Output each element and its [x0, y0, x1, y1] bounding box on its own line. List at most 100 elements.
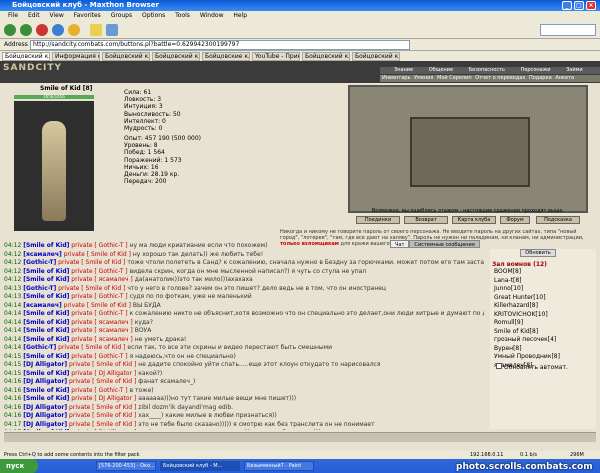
chat-private[interactable]: private [ Gothic-T ]	[71, 242, 127, 249]
tab-6[interactable]: YouTube - Прикол...	[252, 52, 300, 61]
character-avatar[interactable]	[14, 101, 94, 231]
nav-inventory[interactable]: Инвентарь	[382, 75, 410, 81]
chat-private[interactable]: private [ Gothic-T ]	[71, 387, 127, 394]
stop-icon[interactable]	[36, 24, 48, 36]
hint-button[interactable]: Подсказка	[536, 216, 580, 224]
duels-button[interactable]: Поединки	[356, 216, 400, 224]
chat-nick[interactable]: [ясамалеч]	[23, 302, 61, 309]
task-2[interactable]: Бойцовский клуб - M...	[160, 461, 240, 471]
refresh-icon[interactable]	[52, 24, 64, 36]
chat-nick[interactable]: [Smile of Kid]	[23, 395, 69, 402]
online-user[interactable]: Умный Проводник[8]	[494, 353, 596, 362]
chat-nick[interactable]: [Smile of Kid]	[23, 370, 69, 377]
menu-help[interactable]: Help	[233, 12, 247, 19]
menu-window[interactable]: Window	[200, 12, 224, 19]
chat-private[interactable]: private [ Gothic-T ]	[71, 310, 127, 317]
chat-nick[interactable]: [Smile of Kid]	[23, 429, 69, 430]
chat-private[interactable]: private [ Gothic-T ]	[71, 268, 127, 275]
chat-private[interactable]: private [ Smile of Kid ]	[58, 344, 125, 351]
chat-nick[interactable]: [Gothic-T]	[23, 259, 56, 266]
menu-file[interactable]: File	[8, 12, 18, 19]
online-user[interactable]: Junno[10]	[494, 285, 596, 294]
chat-nick[interactable]: [Smile of Kid]	[23, 276, 69, 283]
chat-private[interactable]: private [ DJ Alligator ]	[71, 370, 136, 377]
online-user[interactable]: Romull[9]	[494, 319, 596, 328]
back-icon[interactable]	[4, 24, 16, 36]
task-1[interactable]: [576-200-453] - Око...	[96, 461, 156, 471]
nav-knowledge[interactable]: Знание	[394, 67, 413, 73]
chat-private[interactable]: private [ Smile of Kid ]	[64, 251, 131, 258]
tab-7[interactable]: Бойцовский клуб	[302, 52, 350, 61]
close-button[interactable]: ×	[586, 1, 596, 10]
chat-private[interactable]: private [ Smile of Kid ]	[69, 421, 136, 428]
chat-nick[interactable]: [Smile of Kid]	[23, 310, 69, 317]
nav-loan[interactable]: Займи	[566, 67, 583, 73]
tab-8[interactable]: Бойцовский клуб	[352, 52, 400, 61]
chat-nick[interactable]: [DJ Alligator]	[23, 412, 67, 419]
chat-nick[interactable]: [Smile of Kid]	[23, 327, 69, 334]
online-user[interactable]: KRITOVICHOK[10]	[494, 311, 596, 320]
chat-nick[interactable]: [DJ Alligator]	[23, 361, 67, 368]
online-user[interactable]: Lana-t[8]	[494, 277, 596, 286]
return-button[interactable]: Возврат	[404, 216, 448, 224]
chat-nick[interactable]: [Smile of Kid]	[23, 353, 69, 360]
favorites-icon[interactable]	[90, 24, 102, 36]
refresh-button[interactable]: Обновить	[520, 249, 556, 257]
chat-nick[interactable]: [ясамалеч]	[23, 251, 61, 258]
chat-private[interactable]: private [ DJ Alligator ]	[71, 395, 136, 402]
chat-private[interactable]: private [ ясамалеч ]	[71, 276, 132, 283]
chat-private[interactable]: private [ DJ Alligator ]	[71, 429, 136, 430]
menu-view[interactable]: View	[50, 12, 64, 19]
chat-nick[interactable]: [DJ Alligator]	[23, 378, 67, 385]
chat-nick[interactable]: [Smile of Kid]	[23, 293, 69, 300]
home-icon[interactable]	[68, 24, 80, 36]
menu-favorites[interactable]: Favorites	[74, 12, 101, 19]
chat-nick[interactable]: [Gothic-T]	[23, 285, 56, 292]
chat-nick[interactable]: [Smile of Kid]	[23, 242, 69, 249]
map-room[interactable]	[410, 117, 530, 187]
nav-gifts[interactable]: Подарки	[529, 75, 552, 81]
menu-groups[interactable]: Groups	[111, 12, 132, 19]
online-user[interactable]: Вурен[8]	[494, 345, 596, 354]
start-button[interactable]: пуск	[0, 459, 38, 473]
chat-nick[interactable]: [DJ Alligator]	[23, 404, 67, 411]
minimize-button[interactable]: _	[562, 1, 572, 10]
chat-private[interactable]: private [ Smile of Kid ]	[58, 259, 125, 266]
chat-private[interactable]: private [ ясамалеч ]	[71, 327, 132, 334]
tab-4[interactable]: Бойцовский клуб	[152, 52, 200, 61]
address-input[interactable]: http://sandcity.combats.com/buttons.pl?b…	[30, 40, 410, 50]
chat-private[interactable]: private [ Smile of Kid ]	[69, 378, 136, 385]
menu-options[interactable]: Options	[142, 12, 165, 19]
auto-refresh-checkbox[interactable]	[496, 363, 502, 369]
chat-private[interactable]: private [ Smile of Kid ]	[64, 302, 131, 309]
chat-private[interactable]: private [ Smile of Kid ]	[58, 285, 125, 292]
forward-icon[interactable]	[20, 24, 32, 36]
chat-nick[interactable]: [DJ Alligator]	[23, 421, 67, 428]
chat-nick[interactable]: [Smile of Kid]	[23, 268, 69, 275]
chat-private[interactable]: private [ Gothic-T ]	[71, 293, 127, 300]
tab-1[interactable]: Бойцовский клуб	[2, 52, 50, 61]
online-user[interactable]: Killerhazard[8]	[494, 302, 596, 311]
online-user[interactable]: BOOM[8]	[494, 268, 596, 277]
task-3[interactable]: Безымянный7 - Paint	[244, 461, 314, 471]
nav-transfers[interactable]: Отчет о переводах	[475, 75, 525, 81]
search-input[interactable]	[540, 24, 596, 36]
online-user[interactable]: грозный песочек[4]	[494, 336, 596, 345]
chat-nick[interactable]: [Smile of Kid]	[23, 336, 69, 343]
nav-characters[interactable]: Персонажи	[521, 67, 551, 73]
chat-private[interactable]: private [ Smile of Kid ]	[69, 361, 136, 368]
chat-nick[interactable]: [Smile of Kid]	[23, 319, 69, 326]
character-name[interactable]: Smile of Kid [8]	[40, 85, 92, 92]
history-icon[interactable]	[106, 24, 118, 36]
chat-private[interactable]: private [ Gothic-T ]	[71, 353, 127, 360]
tab-2[interactable]: Информация о п...	[52, 52, 100, 61]
menu-edit[interactable]: Edit	[28, 12, 40, 19]
tab-3[interactable]: Бойцовский клуб	[102, 52, 150, 61]
nav-skills[interactable]: Умения	[414, 75, 433, 81]
nav-profile[interactable]: Анкета	[555, 75, 574, 81]
club-map-button[interactable]: Карта клуба	[452, 216, 496, 224]
menu-tools[interactable]: Tools	[175, 12, 190, 19]
chat-nick[interactable]: [Gothic-T]	[23, 344, 56, 351]
chat-private[interactable]: private [ Smile of Kid ]	[69, 412, 136, 419]
tab-5[interactable]: Бойцовские клубы	[202, 52, 250, 61]
